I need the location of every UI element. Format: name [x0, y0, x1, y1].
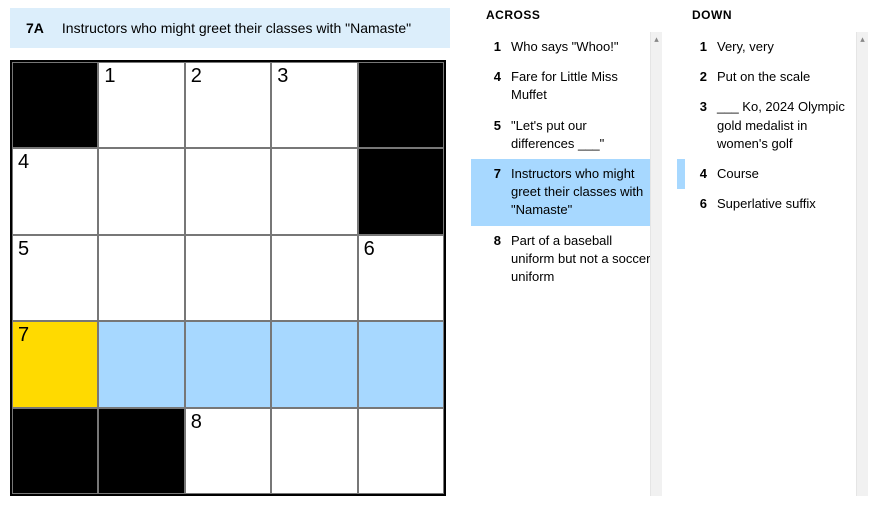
cell-number: 1 — [104, 65, 115, 88]
clue-text: Course — [717, 165, 858, 183]
across-clue-item[interactable]: 4 Fare for Little Miss Muffet — [471, 62, 658, 110]
clue-number: 5 — [485, 117, 501, 153]
current-clue-id: 7A — [26, 20, 44, 36]
cell-number: 7 — [18, 324, 29, 347]
grid-cell[interactable] — [271, 408, 357, 494]
clue-text: Very, very — [717, 38, 858, 56]
grid-cell — [358, 148, 444, 234]
crossword-container: 7A Instructors who might greet their cla… — [10, 8, 868, 496]
cell-number: 3 — [277, 65, 288, 88]
clue-number: 8 — [485, 232, 501, 287]
grid-cell[interactable]: 2 — [185, 62, 271, 148]
down-list: 1 Very, very 2 Put on the scale 3___ Ko, 202… — [676, 32, 868, 219]
clue-number: 7 — [485, 165, 501, 220]
grid-cell[interactable] — [358, 321, 444, 407]
grid-cell[interactable]: 5 — [12, 235, 98, 321]
grid-cell — [98, 408, 184, 494]
grid-cell[interactable] — [358, 408, 444, 494]
across-heading: ACROSS — [470, 8, 662, 22]
clue-text: Who says "Whoo!" — [511, 38, 652, 56]
down-clue-item[interactable]: 4 Course — [677, 159, 864, 189]
grid-cell[interactable] — [185, 235, 271, 321]
clue-text: Part of a baseball uniform but not a soc… — [511, 232, 652, 287]
grid-cell — [12, 408, 98, 494]
grid-cell[interactable] — [98, 321, 184, 407]
clue-number: 4 — [691, 165, 707, 183]
scroll-up-icon[interactable]: ▴ — [857, 32, 868, 46]
clue-text: ___ Ko, 2024 Olympic gold medalist in wo… — [717, 98, 858, 153]
across-clue-item[interactable]: 7Instructors who might greet their class… — [471, 159, 658, 226]
clue-text: "Let's put our differences ___" — [511, 117, 652, 153]
grid-cell[interactable]: 8 — [185, 408, 271, 494]
down-clue-item[interactable]: 3___ Ko, 2024 Olympic gold medalist in w… — [677, 92, 864, 159]
cell-number: 6 — [364, 238, 375, 261]
current-clue-text: Instructors who might greet their classe… — [62, 20, 411, 36]
grid-cell[interactable] — [271, 148, 357, 234]
current-clue-bar[interactable]: 7A Instructors who might greet their cla… — [10, 8, 450, 48]
clue-number: 1 — [485, 38, 501, 56]
across-list: 1 Who says "Whoo!" 4 Fare for Little Miss M… — [470, 32, 662, 292]
scroll-up-icon[interactable]: ▴ — [651, 32, 662, 46]
clue-number: 2 — [691, 68, 707, 86]
grid-cell — [358, 62, 444, 148]
across-clue-item[interactable]: 8Part of a baseball uniform but not a so… — [471, 226, 658, 293]
clue-number: 4 — [485, 68, 501, 104]
grid-cell[interactable]: 7 — [12, 321, 98, 407]
down-heading: DOWN — [676, 8, 868, 22]
across-clue-item[interactable]: 5 "Let's put our differences ___" — [471, 111, 658, 159]
grid-cell[interactable]: 4 — [12, 148, 98, 234]
grid-cell — [12, 62, 98, 148]
scrollbar-track[interactable]: ▴ — [856, 32, 868, 496]
down-clue-item[interactable]: 6 Superlative suffix — [677, 189, 864, 219]
clue-text: Fare for Little Miss Muffet — [511, 68, 652, 104]
clue-number: 6 — [691, 195, 707, 213]
clue-text: Instructors who might greet their classe… — [511, 165, 652, 220]
grid-cell[interactable] — [185, 148, 271, 234]
across-clue-item[interactable]: 1 Who says "Whoo!" — [471, 32, 658, 62]
cell-number: 2 — [191, 65, 202, 88]
cell-number: 5 — [18, 238, 29, 261]
clue-text: Put on the scale — [717, 68, 858, 86]
grid-cell[interactable] — [185, 321, 271, 407]
across-column: ACROSS 1 Who says "Whoo!" 4 Fare for Little… — [470, 8, 662, 496]
grid-cell[interactable]: 1 — [98, 62, 184, 148]
crossword-grid: 1 2 3 4 5 6 7 8 — [10, 60, 446, 496]
cell-number: 4 — [18, 151, 29, 174]
down-column: DOWN 1 Very, very 2 Put on the scale 3___ Ko… — [676, 8, 868, 496]
left-panel: 7A Instructors who might greet their cla… — [10, 8, 450, 496]
clue-number: 1 — [691, 38, 707, 56]
scrollbar-track[interactable]: ▴ — [650, 32, 662, 496]
grid-cell[interactable]: 3 — [271, 62, 357, 148]
clue-number: 3 — [691, 98, 707, 153]
down-clue-item[interactable]: 1 Very, very — [677, 32, 864, 62]
cell-number: 8 — [191, 411, 202, 434]
clue-text: Superlative suffix — [717, 195, 858, 213]
down-clue-item[interactable]: 2 Put on the scale — [677, 62, 864, 92]
grid-cell[interactable] — [98, 235, 184, 321]
clue-columns: ACROSS 1 Who says "Whoo!" 4 Fare for Little… — [470, 8, 868, 496]
grid-cell[interactable] — [271, 321, 357, 407]
grid-cell[interactable]: 6 — [358, 235, 444, 321]
grid-cell[interactable] — [271, 235, 357, 321]
grid-cell[interactable] — [98, 148, 184, 234]
